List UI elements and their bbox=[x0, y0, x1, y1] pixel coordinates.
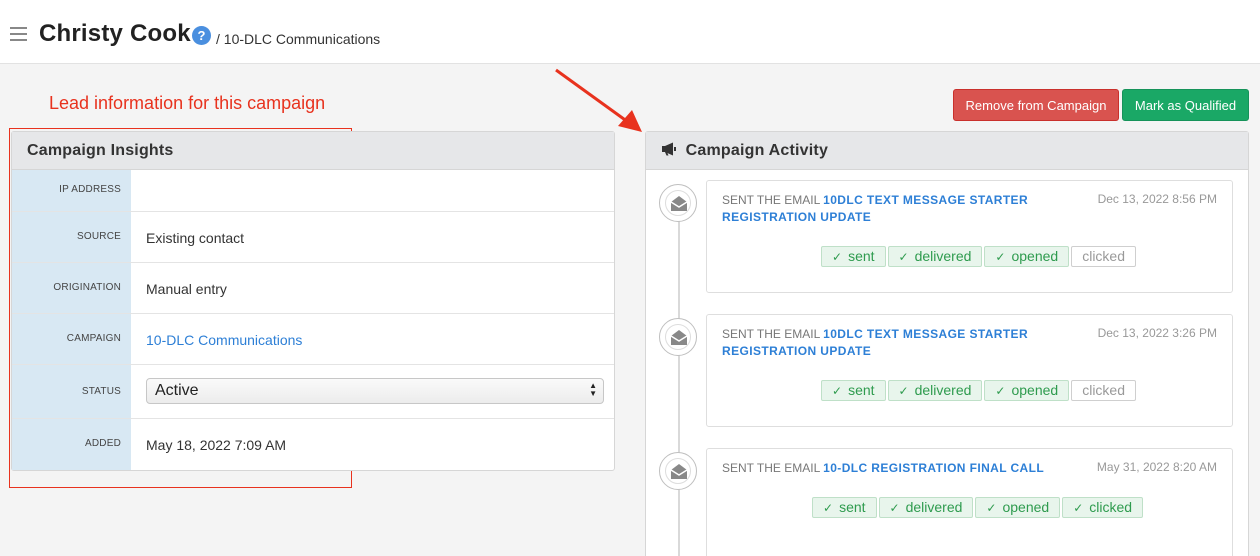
check-icon: ✓ bbox=[986, 501, 997, 515]
source-value: Existing contact bbox=[146, 230, 245, 246]
origination-value: Manual entry bbox=[146, 281, 227, 297]
activity-prefix: SENT THE EMAIL bbox=[722, 461, 820, 475]
select-arrows-icon: ▲ ▼ bbox=[589, 381, 597, 398]
check-icon: ✓ bbox=[898, 250, 909, 264]
status-badge-delivered: ✓ delivered bbox=[887, 380, 983, 401]
email-status-badges: ✓ sent ✓ delivered ✓ opened clicked bbox=[821, 246, 1136, 267]
added-value: May 18, 2022 7:09 AM bbox=[146, 437, 287, 453]
ip-address-label: IP ADDRESS bbox=[12, 170, 131, 211]
activity-date: Dec 13, 2022 8:56 PM bbox=[1097, 192, 1217, 206]
status-badge-clicked: clicked bbox=[1071, 246, 1136, 267]
campaign-activity-title: Campaign Activity bbox=[685, 142, 829, 159]
status-label: STATUS bbox=[12, 365, 131, 418]
email-timeline-icon bbox=[659, 184, 697, 222]
status-selected-value: Active bbox=[155, 382, 199, 399]
ip-address-row: IP ADDRESS bbox=[12, 170, 614, 212]
email-timeline-icon bbox=[659, 452, 697, 490]
check-icon: ✓ bbox=[1073, 501, 1084, 515]
annotation-arrow-icon bbox=[555, 68, 642, 132]
check-icon: ✓ bbox=[823, 501, 834, 515]
status-badge-opened: ✓ opened bbox=[984, 380, 1070, 401]
mark-as-qualified-button[interactable]: Mark as Qualified bbox=[1122, 89, 1249, 121]
status-row: STATUS Active ▲ ▼ bbox=[12, 365, 614, 419]
breadcrumb[interactable]: / 10-DLC Communications bbox=[216, 31, 380, 47]
open-envelope-icon bbox=[670, 196, 688, 211]
email-name-link[interactable]: 10-DLC REGISTRATION FINAL CALL bbox=[823, 461, 1044, 475]
menu-icon[interactable] bbox=[10, 27, 27, 41]
origination-label: ORIGINATION bbox=[12, 263, 131, 313]
campaign-link[interactable]: 10-DLC Communications bbox=[146, 332, 302, 348]
check-icon: ✓ bbox=[995, 250, 1006, 264]
lead-name: Christy Cook bbox=[39, 20, 191, 47]
status-badge-sent: ✓ sent bbox=[812, 497, 877, 518]
annotation-label: Lead information for this campaign bbox=[49, 93, 326, 113]
campaign-label: CAMPAIGN bbox=[12, 314, 131, 364]
check-icon: ✓ bbox=[898, 384, 909, 398]
activity-date: May 31, 2022 8:20 AM bbox=[1096, 460, 1217, 474]
source-label: SOURCE bbox=[12, 212, 131, 262]
campaign-insights-panel: Campaign Insights IP ADDRESS SOURCE Exis… bbox=[11, 131, 615, 471]
check-icon: ✓ bbox=[832, 250, 843, 264]
activity-card: SENT THE EMAIL 10DLC TEXT MESSAGE STARTE… bbox=[706, 314, 1233, 427]
campaign-insights-title: Campaign Insights bbox=[12, 132, 614, 170]
activity-card: SENT THE EMAIL 10DLC TEXT MESSAGE STARTE… bbox=[706, 180, 1233, 293]
check-icon: ✓ bbox=[832, 384, 843, 398]
status-badge-opened: ✓ opened bbox=[984, 246, 1070, 267]
status-badge-sent: ✓ sent bbox=[821, 246, 886, 267]
activity-date: Dec 13, 2022 3:26 PM bbox=[1097, 326, 1217, 340]
campaign-activity-panel: Campaign Activity SENT THE EMAIL 10DLC T… bbox=[645, 131, 1249, 556]
origination-row: ORIGINATION Manual entry bbox=[12, 263, 614, 314]
help-icon[interactable]: ? bbox=[192, 26, 211, 45]
open-envelope-icon bbox=[670, 464, 688, 479]
check-icon: ✓ bbox=[995, 384, 1006, 398]
source-row: SOURCE Existing contact bbox=[12, 212, 614, 263]
activity-prefix: SENT THE EMAIL bbox=[722, 327, 820, 341]
activity-card: SENT THE EMAIL 10-DLC REGISTRATION FINAL… bbox=[706, 448, 1233, 556]
timeline-line bbox=[678, 202, 680, 556]
status-badge-delivered: ✓ delivered bbox=[878, 497, 974, 518]
status-badge-clicked: clicked bbox=[1071, 380, 1136, 401]
campaign-row: CAMPAIGN 10-DLC Communications bbox=[12, 314, 614, 365]
added-row: ADDED May 18, 2022 7:09 AM bbox=[12, 419, 614, 470]
added-label: ADDED bbox=[12, 419, 131, 470]
remove-from-campaign-button[interactable]: Remove from Campaign bbox=[953, 89, 1119, 121]
megaphone-icon bbox=[662, 142, 676, 156]
status-badge-sent: ✓ sent bbox=[821, 380, 886, 401]
activity-prefix: SENT THE EMAIL bbox=[722, 193, 820, 207]
status-badge-delivered: ✓ delivered bbox=[887, 246, 983, 267]
status-badge-opened: ✓ opened bbox=[975, 497, 1061, 518]
email-timeline-icon bbox=[659, 318, 697, 356]
status-badge-clicked: ✓ clicked bbox=[1062, 497, 1144, 518]
email-status-badges: ✓ sent ✓ delivered ✓ opened clicked bbox=[821, 380, 1136, 401]
campaign-activity-header: Campaign Activity bbox=[646, 132, 1248, 170]
status-select[interactable]: Active ▲ ▼ bbox=[146, 378, 604, 404]
ip-address-value bbox=[131, 170, 614, 211]
email-status-badges: ✓ sent ✓ delivered ✓ opened ✓ clicked bbox=[812, 497, 1144, 518]
top-bar: Christy Cook ? / 10-DLC Communications bbox=[0, 0, 1260, 64]
open-envelope-icon bbox=[670, 330, 688, 345]
check-icon: ✓ bbox=[889, 501, 900, 515]
